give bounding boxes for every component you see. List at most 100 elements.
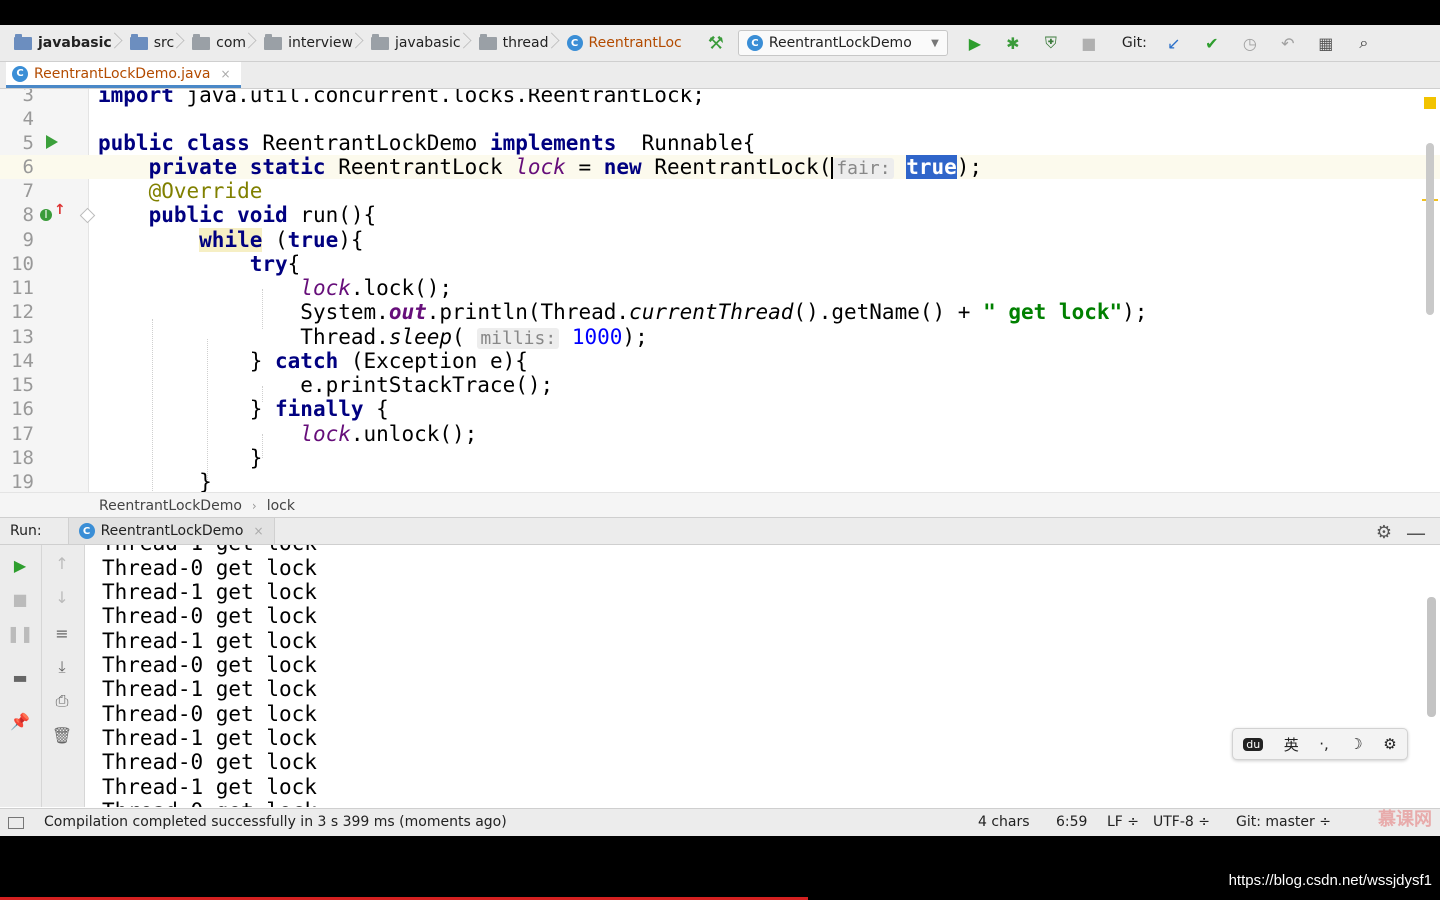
run-icon[interactable]: ▶ [964, 32, 986, 54]
run-class-gutter-icon[interactable] [46, 135, 58, 149]
line-separator-select[interactable]: LF ÷ [1107, 814, 1139, 830]
code-line: try{ [98, 252, 301, 276]
ime-toolbar[interactable]: du 英 ·, ☽ ⚙ [1232, 728, 1408, 760]
selected-text: true [906, 155, 957, 179]
coverage-icon[interactable]: ⛨ [1040, 32, 1062, 54]
rerun-icon[interactable]: ▶ [10, 555, 30, 575]
trash-icon[interactable]: 🗑 [52, 725, 72, 745]
code-text: } [249, 349, 276, 373]
ime-logo-icon[interactable]: du [1243, 737, 1264, 751]
pin-icon[interactable]: 📌 [10, 711, 30, 731]
line-number: 9 [22, 229, 34, 251]
close-icon[interactable]: × [253, 524, 263, 538]
implements-method-icon[interactable]: I [40, 209, 52, 221]
code-text: Thread. [300, 325, 389, 349]
console-line: Thread-1 get lock [102, 775, 317, 799]
gear-icon[interactable]: ⚙ [1376, 522, 1392, 543]
layout-icon[interactable]: ▬ [10, 667, 30, 687]
console-scrollbar[interactable] [1427, 597, 1436, 717]
console-line: Thread-0 get lock [102, 702, 317, 726]
keyword: catch [275, 349, 339, 373]
code-text: { [363, 397, 389, 421]
breadcrumb-class[interactable]: C ReentrantLoc [553, 25, 686, 61]
breadcrumb-src[interactable]: src [116, 25, 178, 61]
tab-label: ReentrantLockDemo.java [34, 65, 211, 82]
keyword: private static [98, 155, 326, 179]
keyword: public class [98, 131, 250, 155]
code-line: } finally { [98, 397, 389, 421]
console-line: Thread-0 get lock [102, 750, 317, 774]
breadcrumb-class[interactable]: ReentrantLockDemo [99, 498, 242, 514]
line-number: 14 [11, 350, 34, 372]
run-tab-reentrantlockdemo[interactable]: C ReentrantLockDemo × [67, 518, 275, 544]
editor-scrollbar[interactable] [1426, 143, 1434, 315]
code-text: .unlock(); [350, 422, 478, 446]
string-literal: " get lock" [983, 300, 1123, 324]
stop-icon[interactable]: ■ [10, 589, 30, 609]
breadcrumb-interview[interactable]: interview [250, 25, 357, 61]
breadcrumb-thread[interactable]: thread [465, 25, 553, 61]
breadcrumb-label: com [216, 35, 247, 51]
breadcrumb-project[interactable]: javabasic [0, 25, 116, 61]
stop-icon[interactable]: ■ [1078, 32, 1100, 54]
run-configuration-label: ReentrantLockDemo [768, 35, 912, 51]
git-branch-select[interactable]: Git: master ÷ [1236, 814, 1331, 830]
inspection-status-icon[interactable] [1424, 97, 1436, 109]
breadcrumb-member[interactable]: lock [267, 498, 295, 514]
arrow-up-icon[interactable]: ↑ [52, 553, 72, 573]
code-text: (Exception e){ [338, 349, 528, 373]
code-editor[interactable]: 3 4 5 6 7 8 9 10 11 12 13 14 15 16 17 18… [0, 89, 1440, 492]
build-hammer-icon[interactable]: ⚒ [708, 33, 724, 54]
code-line: } catch (Exception e){ [98, 349, 528, 373]
soft-wrap-icon[interactable]: ≡ [52, 623, 72, 643]
minimize-icon[interactable]: — [1406, 521, 1426, 545]
code-text: ){ [338, 228, 364, 252]
tool-window-toggle-icon[interactable] [8, 817, 24, 829]
code-text: ( [262, 228, 288, 252]
keyword: try [249, 252, 288, 276]
arrow-down-icon[interactable]: ↓ [52, 587, 72, 607]
breadcrumb-label: src [153, 35, 175, 51]
breadcrumb-com[interactable]: com [178, 25, 250, 61]
watermark-logo: 慕课网 [1378, 809, 1432, 830]
pause-icon[interactable]: ❚❚ [7, 623, 34, 643]
ime-settings-icon[interactable]: ⚙ [1383, 735, 1396, 753]
console-output[interactable]: Thread-1 get lock Thread-0 get lock Thre… [102, 545, 1420, 807]
run-tool-window: ▶ ■ ❚❚ ▬ 📌 ↑ ↓ ≡ ⤓ ⎙ 🗑 Thread-1 get lock… [0, 545, 1440, 807]
code-line: public class ReentrantLockDemo implement… [98, 131, 755, 155]
ime-language-toggle[interactable]: 英 [1284, 734, 1299, 755]
git-commit-icon[interactable]: ✔ [1201, 32, 1223, 54]
close-icon[interactable]: × [220, 67, 230, 81]
editor-tab-reentrantlockdemo[interactable]: C ReentrantLockDemo.java × [6, 62, 241, 88]
keyword: implements [489, 131, 617, 155]
run-configuration-select[interactable]: C ReentrantLockDemo ▼ [737, 30, 948, 56]
code-text: ReentrantLock( [641, 155, 832, 179]
code-line: @Override [98, 179, 263, 203]
field-lock: lock [300, 276, 351, 300]
git-revert-icon[interactable]: ↶ [1277, 32, 1299, 54]
ime-moon-icon[interactable]: ☽ [1349, 735, 1362, 753]
code-text: } [98, 446, 263, 470]
line-number: 18 [11, 447, 34, 469]
git-history-icon[interactable]: ◷ [1239, 32, 1261, 54]
project-structure-icon[interactable]: ▦ [1315, 32, 1337, 54]
debug-bug-icon[interactable]: ✱ [1002, 32, 1024, 54]
ime-punctuation-toggle[interactable]: ·, [1319, 735, 1329, 753]
git-update-icon[interactable]: ↙ [1163, 32, 1185, 54]
keyword: finally [275, 397, 364, 421]
encoding-select[interactable]: UTF-8 ÷ [1153, 814, 1210, 830]
code-text: ( [452, 325, 478, 349]
breadcrumb-label: thread [502, 35, 549, 51]
code-line: lock.unlock(); [98, 422, 477, 446]
code-line: private static ReentrantLock lock = new … [98, 155, 982, 181]
folder-icon [14, 33, 32, 50]
run-toolbar-left: ▶ ■ ❚❚ ▬ 📌 [0, 545, 42, 807]
scroll-to-end-icon[interactable]: ⤓ [52, 657, 72, 677]
search-icon[interactable]: ⌕ [1353, 32, 1375, 54]
console-line: Thread-0 get lock [102, 653, 317, 677]
field-lock: lock [515, 155, 566, 179]
caret-position[interactable]: 6:59 [1056, 814, 1087, 830]
line-number: 4 [22, 108, 34, 130]
print-icon[interactable]: ⎙ [52, 691, 72, 711]
breadcrumb-javabasic[interactable]: javabasic [357, 25, 465, 61]
